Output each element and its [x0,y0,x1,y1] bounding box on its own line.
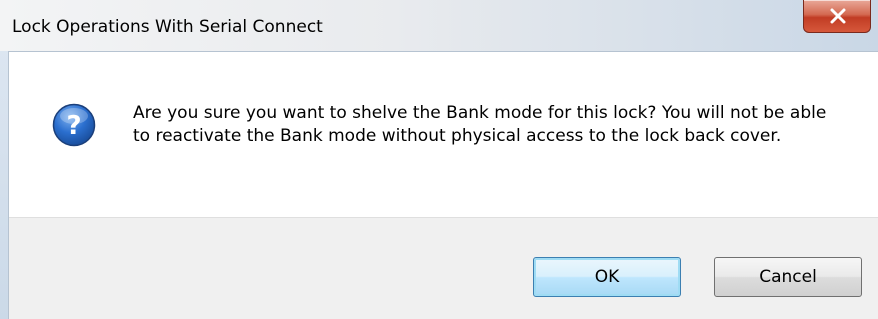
dialog-client-area: ? Are you sure you want to shelve the Ba… [8,51,878,319]
window-title: Lock Operations With Serial Connect [12,17,323,37]
close-button[interactable] [803,0,871,33]
button-bar: OK Cancel [9,217,878,319]
close-icon [830,8,846,24]
message-area: ? Are you sure you want to shelve the Ba… [9,52,878,217]
dialog-message: Are you sure you want to shelve the Bank… [133,103,827,146]
question-icon: ? [52,103,96,147]
ok-button[interactable]: OK [533,257,681,297]
dialog-window: Lock Operations With Serial Connect ? Ar… [0,0,878,319]
svg-text:?: ? [66,111,81,141]
cancel-button[interactable]: Cancel [714,257,862,297]
title-bar[interactable]: Lock Operations With Serial Connect [0,0,878,51]
